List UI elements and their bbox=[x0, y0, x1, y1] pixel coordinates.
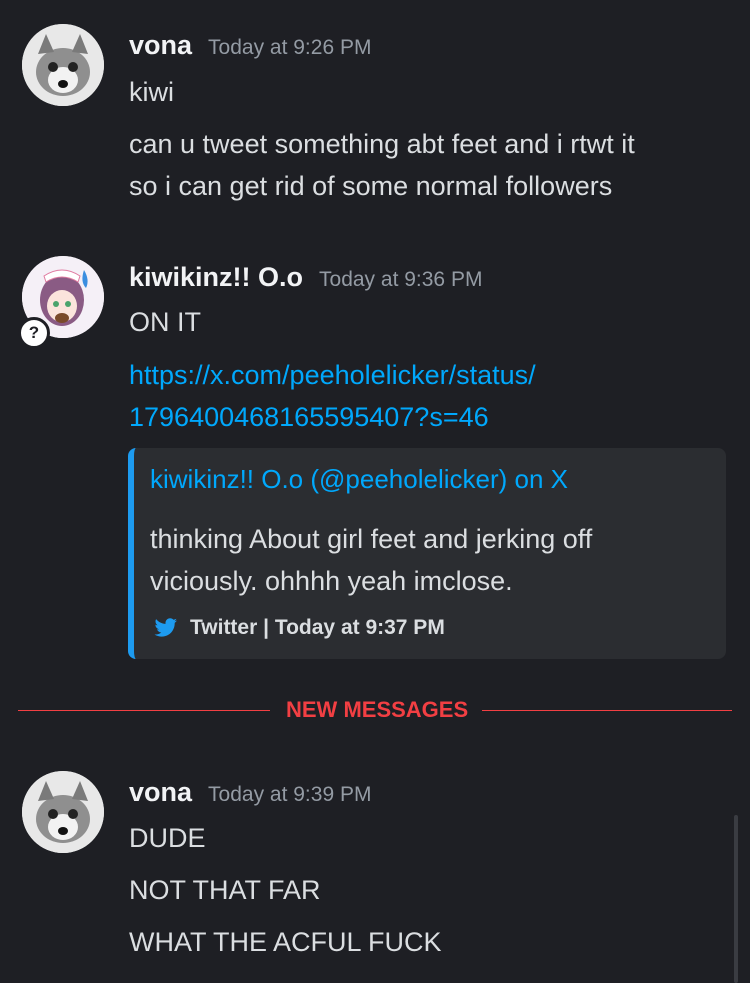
message-text: WHAT THE ACFUL FUCK bbox=[129, 927, 442, 957]
twitter-bird-icon bbox=[154, 618, 177, 637]
message-text: so i can get rid of some normal follower… bbox=[129, 171, 613, 201]
embed-title[interactable]: kiwikinz!! O.o (@peeholelicker) on X bbox=[150, 464, 568, 495]
embed-description-line: viciously. ohhhh yeah imclose. bbox=[150, 566, 513, 596]
divider-line-left bbox=[18, 710, 270, 711]
timestamp: Today at 9:26 PM bbox=[208, 36, 372, 59]
message-link[interactable]: https://x.com/peeholelicker/status/ bbox=[129, 354, 536, 396]
link-embed: kiwikinz!! O.o (@peeholelicker) on X thi… bbox=[128, 448, 726, 659]
embed-description: thinking About girl feet and jerking off… bbox=[150, 518, 592, 602]
message-link[interactable]: 1796400468165595407?s=46 bbox=[129, 396, 489, 438]
message-text: kiwi bbox=[129, 77, 174, 107]
cat-avatar-icon bbox=[22, 771, 104, 853]
embed-footer: Twitter | Today at 9:37 PM bbox=[154, 616, 445, 640]
message-text: can u tweet something abt feet and i rtw… bbox=[129, 129, 635, 159]
cat-avatar-icon bbox=[22, 24, 104, 106]
status-badge: ? bbox=[18, 317, 50, 349]
username[interactable]: kiwikinz!! O.o bbox=[129, 262, 303, 293]
message-header: kiwikinz!! O.o Today at 9:36 PM bbox=[129, 262, 482, 293]
divider-label: NEW MESSAGES bbox=[286, 697, 469, 722]
message-text: ON IT bbox=[129, 307, 201, 337]
message-header: vona Today at 9:26 PM bbox=[129, 30, 371, 61]
username[interactable]: vona bbox=[129, 30, 192, 61]
embed-footer-text: Twitter | Today at 9:37 PM bbox=[190, 616, 445, 639]
timestamp: Today at 9:39 PM bbox=[208, 783, 372, 806]
divider-line-right bbox=[482, 710, 732, 711]
username[interactable]: vona bbox=[129, 777, 192, 808]
scrollbar[interactable] bbox=[734, 815, 738, 983]
timestamp: Today at 9:36 PM bbox=[319, 268, 483, 291]
message-text: DUDE bbox=[129, 823, 206, 853]
avatar-cat[interactable] bbox=[22, 771, 104, 853]
message-text: NOT THAT FAR bbox=[129, 875, 321, 905]
embed-description-line: thinking About girl feet and jerking off bbox=[150, 524, 593, 554]
message-header: vona Today at 9:39 PM bbox=[129, 777, 371, 808]
avatar-cat[interactable] bbox=[22, 24, 104, 106]
